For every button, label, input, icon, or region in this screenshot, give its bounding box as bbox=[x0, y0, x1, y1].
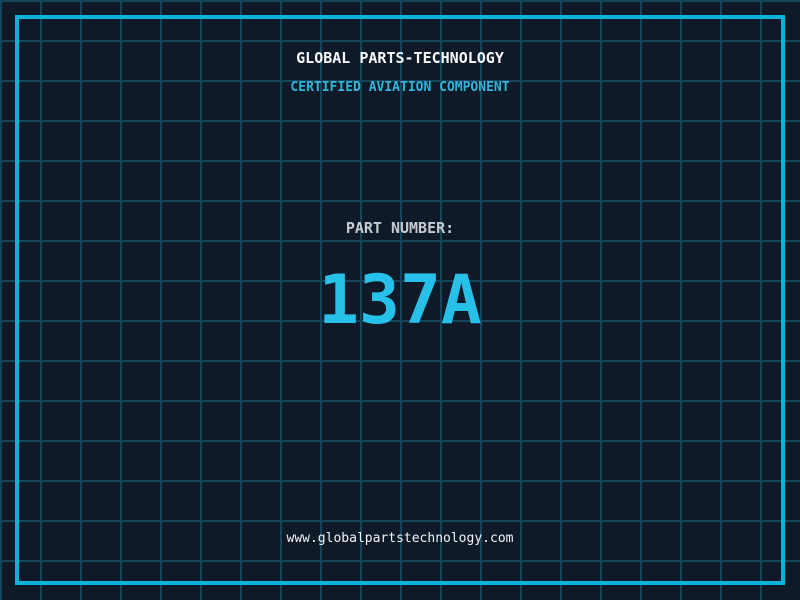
website-url: www.globalpartstechnology.com bbox=[286, 531, 514, 546]
company-title: GLOBAL PARTS-TECHNOLOGY bbox=[296, 49, 504, 67]
certification-subtitle: CERTIFIED AVIATION COMPONENT bbox=[290, 80, 510, 95]
part-number-label: PART NUMBER: bbox=[345, 219, 455, 237]
part-number-value: 137A bbox=[318, 261, 482, 340]
certificate-screen: GLOBAL PARTS-TECHNOLOGY CERTIFIED AVIATI… bbox=[0, 0, 800, 600]
